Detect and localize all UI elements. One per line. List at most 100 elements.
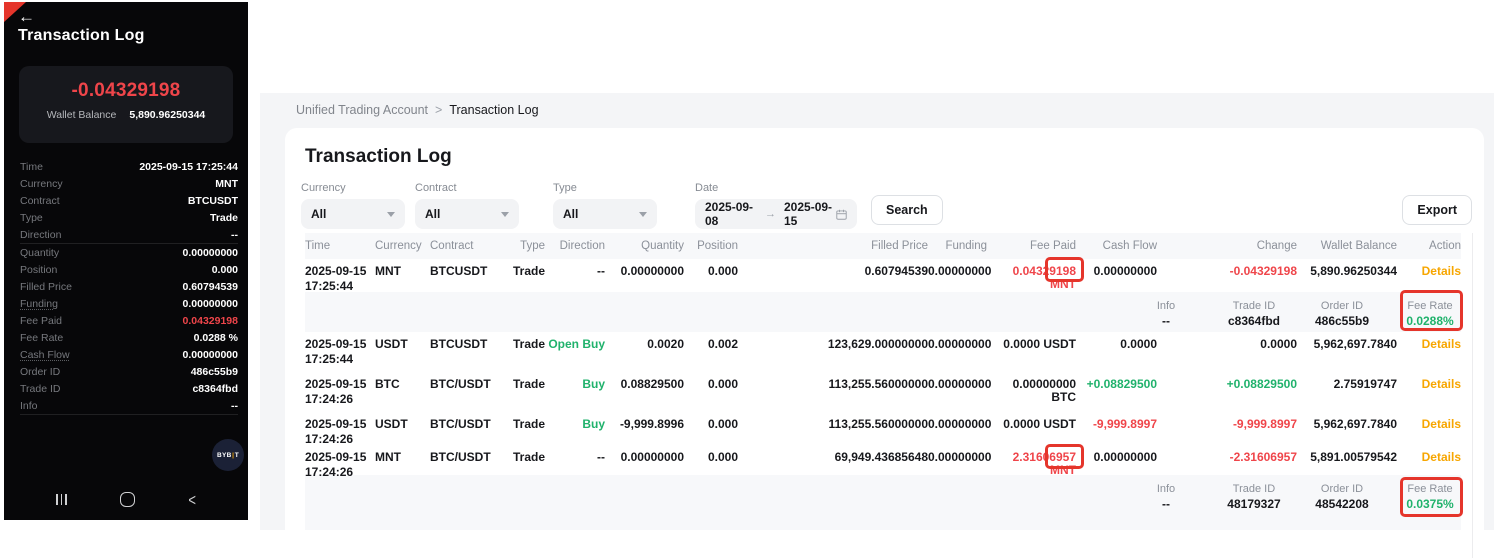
detail-label: Time bbox=[20, 161, 43, 173]
expanded-item: Order ID 48542208 bbox=[1311, 483, 1373, 511]
breadcrumb-separator: > bbox=[435, 103, 442, 117]
details-link[interactable]: Details bbox=[1397, 265, 1461, 278]
cell-filled_price: 0.60794539 bbox=[738, 265, 928, 278]
expanded-item: Fee Rate0.0375% bbox=[1399, 483, 1461, 511]
type-select[interactable]: All bbox=[553, 199, 657, 229]
detail-label: Quantity bbox=[20, 247, 59, 259]
details-link[interactable]: Details bbox=[1397, 418, 1461, 431]
cell-time: 2025-09-15 17:24:26 bbox=[305, 418, 375, 446]
breadcrumb-current: Transaction Log bbox=[449, 103, 538, 117]
table-row: 2025-09-1517:25:44USDTBTCUSDTTradeOpen B… bbox=[305, 332, 1461, 372]
expanded-label: Info bbox=[1135, 300, 1197, 312]
expanded-item: Info-- bbox=[1135, 483, 1197, 511]
cell-type: Trade bbox=[505, 338, 545, 351]
chevron-down-icon bbox=[387, 212, 395, 217]
detail-row: Cash Flow0.00000000 bbox=[20, 346, 238, 363]
time-date: 2025-09-15 bbox=[305, 418, 375, 431]
cell-wallet_balance: 5,891.00579542 bbox=[1297, 451, 1397, 464]
cell-position: 0.002 bbox=[684, 338, 738, 351]
cell-quantity: 0.08829500 bbox=[605, 378, 684, 391]
filter-group-type: Type All bbox=[553, 182, 657, 229]
detail-value: 0.00000000 bbox=[183, 349, 238, 361]
detail-label: Fee Paid bbox=[20, 315, 62, 327]
filter-label: Type bbox=[553, 182, 657, 194]
time-date: 2025-09-15 bbox=[305, 378, 375, 391]
wallet-balance-label: Wallet Balance bbox=[47, 109, 117, 121]
time-clock: 17:25:44 bbox=[305, 280, 375, 293]
cell-type: Trade bbox=[505, 451, 545, 464]
date-to-value: 2025-09-15 bbox=[784, 200, 836, 228]
column-header-change: Change bbox=[1157, 240, 1297, 252]
table-row: 2025-09-1517:25:44MNTBTCUSDTTrade--0.000… bbox=[305, 259, 1461, 292]
cell-filled_price: 123,629.00000000 bbox=[738, 338, 928, 351]
detail-value: 0.000 bbox=[212, 264, 238, 276]
cell-quantity: -9,999.8996 bbox=[605, 418, 684, 431]
column-header-cash_flow: Cash Flow bbox=[1076, 240, 1157, 252]
filter-group-currency: Currency All bbox=[301, 182, 405, 229]
detail-row: Order ID486c55b9 bbox=[20, 363, 238, 380]
expanded-value: 48542208 bbox=[1311, 497, 1373, 511]
filter-group-contract: Contract All bbox=[415, 182, 519, 229]
cell-filled_price: 113,255.56000000 bbox=[738, 418, 928, 431]
details-link[interactable]: Details bbox=[1397, 338, 1461, 351]
android-navbar: < bbox=[4, 478, 248, 520]
table-row: 2025-09-1517:24:26MNTBTC/USDTTrade--0.00… bbox=[305, 445, 1461, 475]
export-button[interactable]: Export bbox=[1402, 195, 1472, 225]
currency-select[interactable]: All bbox=[301, 199, 405, 229]
detail-label: Contract bbox=[20, 195, 60, 207]
filter-label: Contract bbox=[415, 182, 519, 194]
expanded-value: c8364fbd bbox=[1223, 314, 1285, 328]
column-header-type: Type bbox=[505, 240, 545, 252]
cell-type: Trade bbox=[505, 378, 545, 391]
search-button[interactable]: Search bbox=[871, 195, 943, 225]
cell-change: 0.0000 bbox=[1157, 338, 1297, 351]
expanded-label: Order ID bbox=[1311, 483, 1373, 495]
cell-filled_price: 69,949.43685648 bbox=[738, 451, 928, 464]
bybit-logo-text-2: T bbox=[235, 452, 239, 459]
detail-value: c8364fbd bbox=[192, 383, 238, 395]
date-range-input[interactable]: 2025-09-08 → 2025-09-15 bbox=[695, 199, 857, 229]
android-back-icon[interactable]: < bbox=[188, 491, 196, 508]
cell-quantity: 0.00000000 bbox=[605, 451, 684, 464]
table-header-row: TimeCurrencyContractTypeDirectionQuantit… bbox=[305, 233, 1461, 259]
cell-currency: MNT bbox=[375, 451, 430, 464]
time-clock: 17:24:26 bbox=[305, 393, 375, 406]
cell-fee_paid: 0.00000000 BTC bbox=[987, 378, 1076, 404]
date-from-value: 2025-09-08 bbox=[705, 200, 757, 228]
detail-value: 0.60794539 bbox=[183, 281, 238, 293]
expanded-row: Info-- Trade ID48179327 Order ID 48542208 Fe… bbox=[305, 475, 1461, 530]
expanded-value: 0.0375% bbox=[1399, 497, 1461, 511]
details-link[interactable]: Details bbox=[1397, 378, 1461, 391]
expanded-value: 48179327 bbox=[1223, 497, 1285, 511]
cell-quantity: 0.0020 bbox=[605, 338, 684, 351]
cell-fee_paid: 2.31606957 MNT bbox=[987, 451, 1076, 477]
details-link[interactable]: Details bbox=[1397, 451, 1461, 464]
cell-funding: 0.00000000 bbox=[928, 338, 987, 351]
date-filter-group: Date 2025-09-08 → 2025-09-15 bbox=[695, 182, 857, 229]
bybit-logo-badge[interactable]: BYB|T bbox=[212, 439, 244, 471]
select-value: All bbox=[425, 207, 440, 221]
time-clock: 17:24:26 bbox=[305, 433, 375, 446]
contract-select[interactable]: All bbox=[415, 199, 519, 229]
transaction-detail-list: Time2025-09-15 17:25:44CurrencyMNTContra… bbox=[20, 158, 238, 415]
home-icon[interactable] bbox=[120, 492, 135, 507]
expanded-value: -- bbox=[1135, 314, 1197, 328]
breadcrumb-parent[interactable]: Unified Trading Account bbox=[296, 103, 428, 117]
detail-row: Filled Price 0.60794539 bbox=[20, 278, 238, 295]
column-header-currency: Currency bbox=[375, 240, 430, 252]
detail-label: Filled Price bbox=[20, 281, 72, 293]
recents-icon[interactable] bbox=[56, 494, 67, 505]
detail-value: Trade bbox=[210, 212, 238, 224]
expanded-row: Info--Trade IDc8364fbdOrder ID486c55b9Fe… bbox=[305, 292, 1461, 332]
chevron-down-icon bbox=[501, 212, 509, 217]
cell-funding: 0.00000000 bbox=[928, 451, 987, 464]
back-arrow-icon[interactable]: ← bbox=[18, 7, 35, 27]
expanded-item: Trade ID48179327 bbox=[1223, 483, 1285, 511]
cell-wallet_balance: 5,890.96250344 bbox=[1297, 265, 1397, 278]
expanded-item: Trade IDc8364fbd bbox=[1223, 300, 1285, 328]
filter-label: Currency bbox=[301, 182, 405, 194]
breadcrumb: Unified Trading Account > Transaction Log bbox=[296, 103, 539, 117]
time-clock: 17:24:26 bbox=[305, 466, 375, 479]
expanded-value: 0.0288% bbox=[1399, 314, 1461, 328]
cell-time: 2025-09-1517:25:44 bbox=[305, 265, 375, 293]
